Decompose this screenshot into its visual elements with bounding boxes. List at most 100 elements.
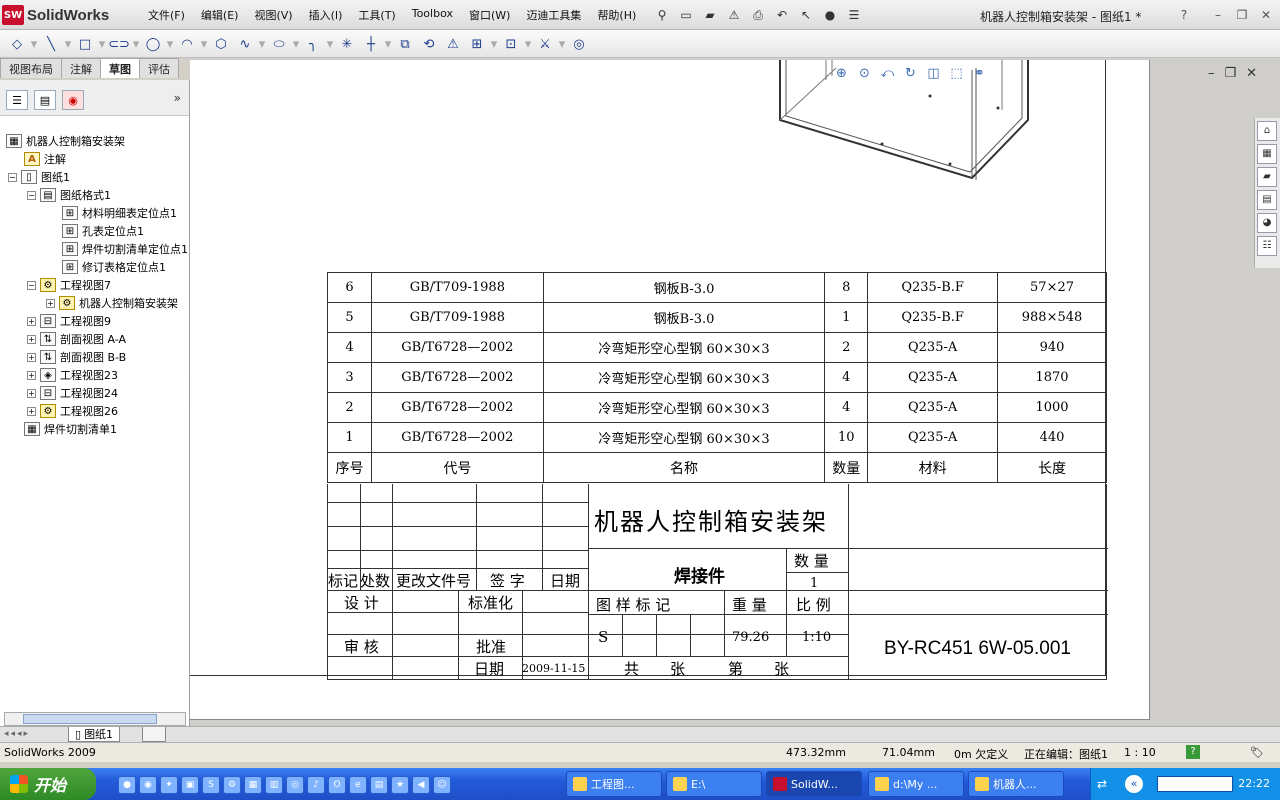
tab-evaluate[interactable]: 评估 bbox=[139, 58, 179, 78]
taskbar-button[interactable]: SolidW... bbox=[766, 771, 862, 797]
feature-manager-tab-icon[interactable]: ☰ bbox=[6, 90, 28, 110]
tree-horizontal-scrollbar[interactable] bbox=[4, 712, 186, 726]
menu-tools[interactable]: 工具(T) bbox=[350, 7, 403, 23]
zoom-to-fit-icon[interactable]: ⊕ bbox=[832, 64, 851, 83]
print-icon[interactable]: ⎙ bbox=[748, 5, 768, 25]
expand-icon[interactable]: + bbox=[27, 352, 36, 362]
tree-item-hole-table-anchor[interactable]: ⊞ 孔表定位点1 bbox=[62, 222, 144, 240]
tree-item-revision-anchor[interactable]: ⊞ 修订表格定位点1 bbox=[62, 258, 166, 276]
browser-icon[interactable]: ◉ bbox=[139, 776, 157, 794]
close-button[interactable]: ✕ bbox=[1258, 7, 1274, 23]
custom-properties-icon[interactable]: ☷ bbox=[1257, 236, 1277, 256]
rebuild-icon[interactable]: ↻ bbox=[901, 64, 920, 83]
app-icon[interactable]: ▣ bbox=[181, 776, 199, 794]
repair-sketch-icon[interactable]: ⚔ bbox=[534, 34, 556, 54]
pin-icon[interactable]: ⚲ bbox=[652, 5, 672, 25]
add-sheet-icon[interactable] bbox=[142, 727, 166, 742]
menu-maidi-tools[interactable]: 迈迪工具集 bbox=[518, 7, 589, 23]
rectangle-icon[interactable]: □ bbox=[74, 34, 96, 54]
undo-icon[interactable]: ↶ bbox=[772, 5, 792, 25]
quick-snaps-icon[interactable]: ◎ bbox=[568, 34, 590, 54]
expand-icon[interactable]: + bbox=[27, 334, 36, 344]
start-button[interactable]: 开始 bbox=[0, 768, 96, 800]
smart-dimension-icon[interactable]: ◇ bbox=[6, 34, 28, 54]
display-relations-icon[interactable]: ⚠ bbox=[442, 34, 464, 54]
drawing-sheet[interactable]: 6 GB/T709-1988 钢板B-3.0 8 Q235-B.F 57×27 … bbox=[190, 60, 1150, 720]
table-row[interactable]: 5 GB/T709-1988 钢板B-3.0 1 Q235-B.F 988×54… bbox=[327, 302, 1107, 333]
open-folder-icon[interactable]: ▰ bbox=[700, 5, 720, 25]
doc-close-icon[interactable]: ✕ bbox=[1246, 66, 1257, 81]
table-row[interactable]: 4 GB/T6728—2002 冷弯矩形空心型钢 60×30×3 2 Q235-… bbox=[327, 332, 1107, 363]
polygon-icon[interactable]: ⬡ bbox=[210, 34, 232, 54]
help-button[interactable]: ? bbox=[1176, 7, 1192, 23]
expand-panel-icon[interactable]: » bbox=[174, 91, 181, 105]
expand-icon[interactable]: + bbox=[27, 316, 36, 326]
fillet-icon[interactable]: ╮ bbox=[302, 34, 324, 54]
options-list-icon[interactable]: ☰ bbox=[844, 5, 864, 25]
sheet-tab[interactable]: ▯ 图纸1 bbox=[68, 727, 121, 742]
tab-view-layout[interactable]: 视图布局 bbox=[0, 58, 62, 78]
tree-item-sheet1[interactable]: − ▯ 图纸1 bbox=[8, 168, 70, 186]
title-block[interactable]: 机器人控制箱安装架 焊接件 数 量 1 标记 处数 更改文件号 签 字 日期 设… bbox=[327, 484, 1108, 680]
collapse-icon[interactable]: − bbox=[8, 172, 17, 182]
ellipse-icon[interactable]: ⬭ bbox=[268, 34, 290, 54]
menu-view[interactable]: 视图(V) bbox=[246, 7, 300, 23]
tree-item-view23[interactable]: + ◈ 工程视图23 bbox=[27, 366, 118, 384]
app-icon[interactable]: ▦ bbox=[244, 776, 262, 794]
view-palette-icon[interactable]: ▤ bbox=[1257, 190, 1277, 210]
linear-pattern-icon[interactable]: ⊞ bbox=[466, 34, 488, 54]
menu-edit[interactable]: 编辑(E) bbox=[193, 7, 247, 23]
app-icon[interactable]: ◀ bbox=[412, 776, 430, 794]
app-icon[interactable]: ♪ bbox=[307, 776, 325, 794]
tree-item-section-bb[interactable]: + ⇅ 剖面视图 B-B bbox=[27, 348, 126, 366]
arc-icon[interactable]: ◠ bbox=[176, 34, 198, 54]
sheet-nav-arrows-icon[interactable]: ◂◂◂▸ bbox=[4, 729, 30, 739]
tree-item-view7[interactable]: − ⚙ 工程视图7 bbox=[27, 276, 111, 294]
ime-input-box[interactable] bbox=[1157, 776, 1233, 792]
home-icon[interactable]: ⌂ bbox=[1257, 121, 1277, 141]
tree-item-sheet-format[interactable]: − ▤ 图纸格式1 bbox=[27, 186, 111, 204]
slot-icon[interactable]: ⊂⊃ bbox=[108, 34, 130, 54]
taskbar-button[interactable]: 工程图... bbox=[566, 771, 662, 797]
offset-entities-icon[interactable]: ⧉ bbox=[394, 34, 416, 54]
appearances-icon[interactable]: ◕ bbox=[1257, 213, 1277, 233]
previous-view-icon[interactable]: ⤺ bbox=[878, 64, 897, 83]
select-pointer-icon[interactable]: ↖ bbox=[796, 5, 816, 25]
ie-icon[interactable]: e bbox=[349, 776, 367, 794]
tree-item-cutlist-anchor[interactable]: ⊞ 焊件切割清单定位点1 bbox=[62, 240, 188, 258]
bill-of-materials-table[interactable]: 6 GB/T709-1988 钢板B-3.0 8 Q235-B.F 57×27 … bbox=[327, 272, 1107, 483]
property-manager-tab-icon[interactable]: ▤ bbox=[34, 90, 56, 110]
display-style-icon[interactable]: ◫ bbox=[924, 64, 943, 83]
tree-item-bom-anchor[interactable]: ⊞ 材料明细表定位点1 bbox=[62, 204, 177, 222]
menu-toolbox[interactable]: Toolbox bbox=[404, 7, 461, 23]
hide-show-icon[interactable]: ⚭ bbox=[970, 64, 989, 83]
app-icon[interactable]: ★ bbox=[391, 776, 409, 794]
expand-icon[interactable]: + bbox=[46, 298, 55, 308]
app-icon[interactable]: ☺ bbox=[433, 776, 451, 794]
point-icon[interactable]: ✳ bbox=[336, 34, 358, 54]
table-row[interactable]: 6 GB/T709-1988 钢板B-3.0 8 Q235-B.F 57×27 bbox=[327, 272, 1107, 303]
tag-icon[interactable]: 🏷 bbox=[1250, 746, 1264, 759]
tree-item-annotations[interactable]: A 注解 bbox=[24, 150, 66, 168]
line-icon[interactable]: ╲ bbox=[40, 34, 62, 54]
tree-item-part[interactable]: + ⚙ 机器人控制箱安装架 bbox=[46, 294, 178, 312]
clock[interactable]: 22:22 bbox=[1238, 777, 1270, 790]
table-row[interactable]: 3 GB/T6728—2002 冷弯矩形空心型钢 60×30×3 4 Q235-… bbox=[327, 362, 1107, 393]
graphics-area[interactable]: 6 GB/T709-1988 钢板B-3.0 8 Q235-B.F 57×27 … bbox=[190, 58, 1280, 740]
view-orientation-icon[interactable]: ⬚ bbox=[947, 64, 966, 83]
tray-arrow-icon[interactable]: « bbox=[1125, 775, 1143, 793]
help-status-icon[interactable]: ? bbox=[1186, 745, 1200, 759]
spline-icon[interactable]: ∿ bbox=[234, 34, 256, 54]
doc-restore-icon[interactable]: ❐ bbox=[1225, 66, 1237, 81]
doc-minimize-icon[interactable]: – bbox=[1208, 66, 1215, 81]
collapse-icon[interactable]: − bbox=[27, 280, 36, 290]
minimize-button[interactable]: – bbox=[1210, 7, 1226, 23]
network-icon[interactable]: ⇄ bbox=[1097, 777, 1107, 791]
restore-button[interactable]: ❐ bbox=[1234, 7, 1250, 23]
tree-item-view9[interactable]: + ⊟ 工程视图9 bbox=[27, 312, 111, 330]
taskbar-button[interactable]: E:\ bbox=[666, 771, 762, 797]
tab-annotation[interactable]: 注解 bbox=[61, 58, 101, 78]
taskbar-button[interactable]: 机器人... bbox=[968, 771, 1064, 797]
app-icon[interactable]: ◎ bbox=[286, 776, 304, 794]
tree-item-view24[interactable]: + ⊟ 工程视图24 bbox=[27, 384, 118, 402]
